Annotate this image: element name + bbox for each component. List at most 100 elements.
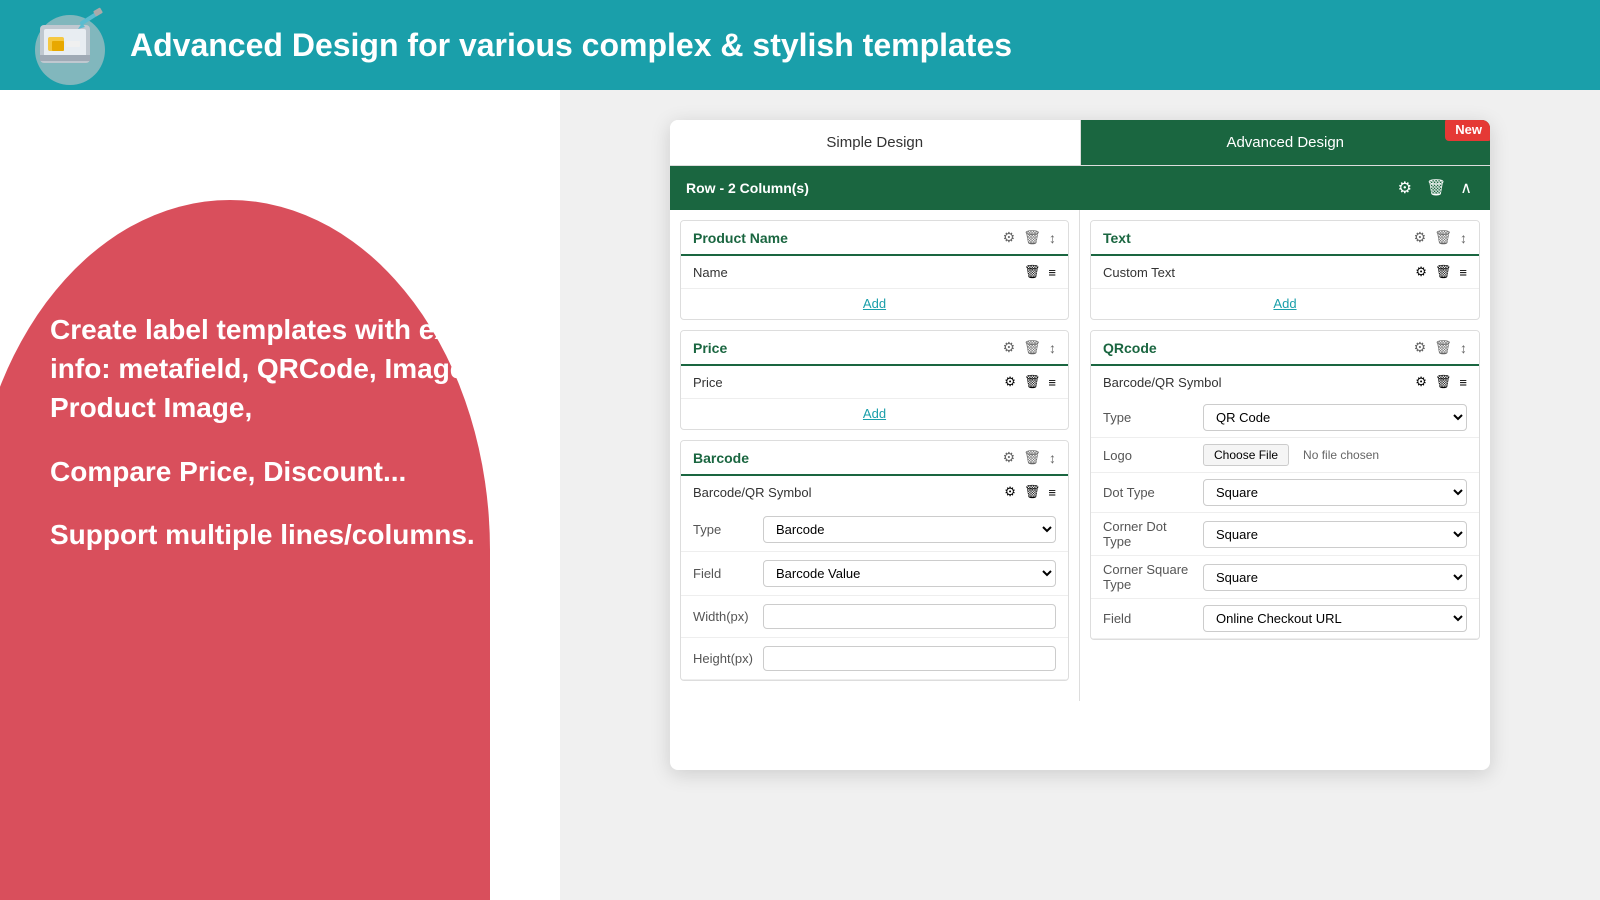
text-header-icons: ⚙ 🗑 ↕ [1414, 229, 1467, 246]
tab-advanced[interactable]: Advanced Design [1081, 120, 1491, 165]
product-name-add: Add [681, 288, 1068, 319]
qrcode-corner-dot-select[interactable]: Square [1203, 521, 1467, 548]
text-custom-icons: ⚙ 🗑 ≡ [1415, 264, 1467, 280]
text-card: Text ⚙ 🗑 ↕ Custom Text ⚙ 🗑 [1090, 220, 1480, 320]
two-column-layout: Product Name ⚙ 🗑 ↕ Name 🗑 ≡ [670, 210, 1490, 701]
price-arrows-btn[interactable]: ↕ [1049, 340, 1056, 356]
barcode-type-group: Type Barcode [681, 508, 1068, 552]
price-trash-btn[interactable]: 🗑 [1023, 339, 1041, 356]
row-header-icons: ⚙ 🗑 ∧ [1396, 176, 1474, 200]
text-gear-btn[interactable]: ⚙ [1414, 229, 1427, 246]
barcode-width-label: Width(px) [693, 609, 753, 624]
tab-simple[interactable]: Simple Design [670, 120, 1081, 165]
qrcode-header-icons: ⚙ 🗑 ↕ [1414, 339, 1467, 356]
qrcode-dot-type-select[interactable]: Square [1203, 479, 1467, 506]
tab-bar: Simple Design Advanced Design [670, 120, 1490, 166]
row-gear-button[interactable]: ⚙ [1396, 176, 1414, 200]
product-name-row: Name 🗑 ≡ [681, 256, 1068, 288]
app-window: New Simple Design Advanced Design Row - … [670, 120, 1490, 770]
qrcode-trash-btn[interactable]: 🗑 [1434, 339, 1452, 356]
left-paragraph-2: Compare Price, Discount... [50, 452, 520, 491]
right-panel: New Simple Design Advanced Design Row - … [560, 90, 1600, 900]
product-name-title: Product Name [693, 230, 788, 246]
price-row-icons: ⚙ 🗑 ≡ [1004, 374, 1056, 390]
qrcode-corner-square-group: Corner Square Type Square [1091, 556, 1479, 599]
product-name-row-trash-btn[interactable]: 🗑 [1024, 264, 1041, 280]
barcode-gear-btn[interactable]: ⚙ [1003, 449, 1016, 466]
left-panel: Create label templates with extra info: … [0, 90, 560, 900]
text-header: Text ⚙ 🗑 ↕ [1091, 221, 1479, 256]
qrcode-dot-type-group: Dot Type Square [1091, 473, 1479, 513]
price-row-lines-btn[interactable]: ≡ [1048, 374, 1056, 390]
price-row: Price ⚙ 🗑 ≡ [681, 366, 1068, 398]
qrcode-field-select[interactable]: Online Checkout URL [1203, 605, 1467, 632]
text-arrows-btn[interactable]: ↕ [1460, 230, 1467, 246]
barcode-header: Barcode ⚙ 🗑 ↕ [681, 441, 1068, 476]
barcode-card: Barcode ⚙ 🗑 ↕ Barcode/QR Symbol ⚙ [680, 440, 1069, 681]
qrcode-symbol-trash-btn[interactable]: 🗑 [1435, 374, 1452, 390]
barcode-symbol-trash-btn[interactable]: 🗑 [1024, 484, 1041, 500]
barcode-field-select[interactable]: Barcode Value [763, 560, 1056, 587]
product-name-card: Product Name ⚙ 🗑 ↕ Name 🗑 ≡ [680, 220, 1069, 320]
barcode-arrows-btn[interactable]: ↕ [1049, 450, 1056, 466]
text-custom-trash-btn[interactable]: 🗑 [1435, 264, 1452, 280]
product-name-arrows-btn[interactable]: ↕ [1049, 230, 1056, 246]
qrcode-choose-file-btn[interactable]: Choose File [1203, 444, 1289, 466]
qrcode-card: QRcode ⚙ 🗑 ↕ Barcode/QR Symbol ⚙ � [1090, 330, 1480, 640]
barcode-trash-btn[interactable]: 🗑 [1023, 449, 1041, 466]
banner-title: Advanced Design for various complex & st… [130, 27, 1012, 64]
qrcode-corner-square-select[interactable]: Square [1203, 564, 1467, 591]
price-row-trash-btn[interactable]: 🗑 [1024, 374, 1041, 390]
qrcode-no-file-text: No file chosen [1303, 448, 1379, 462]
qrcode-symbol-label: Barcode/QR Symbol [1103, 375, 1222, 390]
barcode-type-label: Type [693, 522, 753, 537]
product-name-trash-btn[interactable]: 🗑 [1023, 229, 1041, 246]
barcode-symbol-lines-btn[interactable]: ≡ [1048, 484, 1056, 500]
qrcode-symbol-gear-btn[interactable]: ⚙ [1415, 374, 1427, 390]
text-add: Add [1091, 288, 1479, 319]
main-content: Create label templates with extra info: … [0, 90, 1600, 900]
row-trash-button[interactable]: 🗑 [1424, 176, 1448, 200]
row-header-label: Row - 2 Column(s) [686, 180, 809, 196]
barcode-type-select[interactable]: Barcode [763, 516, 1056, 543]
qrcode-header: QRcode ⚙ 🗑 ↕ [1091, 331, 1479, 366]
barcode-symbol-icons: ⚙ 🗑 ≡ [1004, 484, 1056, 500]
product-name-add-link[interactable]: Add [863, 296, 886, 311]
qrcode-gear-btn[interactable]: ⚙ [1414, 339, 1427, 356]
barcode-width-input[interactable] [763, 604, 1056, 629]
price-header-icons: ⚙ 🗑 ↕ [1003, 339, 1056, 356]
left-paragraph-1: Create label templates with extra info: … [50, 310, 520, 428]
barcode-header-icons: ⚙ 🗑 ↕ [1003, 449, 1056, 466]
text-custom-lines-btn[interactable]: ≡ [1459, 264, 1467, 280]
qrcode-arrows-btn[interactable]: ↕ [1460, 340, 1467, 356]
price-add-link[interactable]: Add [863, 406, 886, 421]
barcode-height-label: Height(px) [693, 651, 753, 666]
barcode-height-input[interactable] [763, 646, 1056, 671]
barcode-width-group: Width(px) [681, 596, 1068, 638]
text-add-link[interactable]: Add [1273, 296, 1296, 311]
price-add: Add [681, 398, 1068, 429]
qrcode-symbol-row: Barcode/QR Symbol ⚙ 🗑 ≡ [1091, 366, 1479, 398]
price-row-label: Price [693, 375, 723, 390]
row-header: Row - 2 Column(s) ⚙ 🗑 ∧ [670, 166, 1490, 210]
col-right: Text ⚙ 🗑 ↕ Custom Text ⚙ 🗑 [1080, 210, 1490, 701]
qrcode-type-select[interactable]: QR Code [1203, 404, 1467, 431]
product-name-row-icons: 🗑 ≡ [1024, 264, 1056, 280]
barcode-symbol-gear-btn[interactable]: ⚙ [1004, 484, 1016, 500]
qrcode-corner-dot-group: Corner Dot Type Square [1091, 513, 1479, 556]
barcode-symbol-row: Barcode/QR Symbol ⚙ 🗑 ≡ [681, 476, 1068, 508]
qrcode-logo-label: Logo [1103, 448, 1193, 463]
price-gear-btn[interactable]: ⚙ [1003, 339, 1016, 356]
product-name-gear-btn[interactable]: ⚙ [1003, 229, 1016, 246]
qrcode-field-group: Field Online Checkout URL [1091, 599, 1479, 639]
qrcode-symbol-lines-btn[interactable]: ≡ [1459, 374, 1467, 390]
price-row-gear-btn[interactable]: ⚙ [1004, 374, 1016, 390]
row-collapse-button[interactable]: ∧ [1458, 176, 1474, 200]
qrcode-type-label: Type [1103, 410, 1193, 425]
product-name-row-label: Name [693, 265, 728, 280]
product-name-row-lines-btn[interactable]: ≡ [1048, 264, 1056, 280]
text-custom-row: Custom Text ⚙ 🗑 ≡ [1091, 256, 1479, 288]
price-title: Price [693, 340, 727, 356]
text-trash-btn[interactable]: 🗑 [1434, 229, 1452, 246]
text-custom-gear-btn[interactable]: ⚙ [1415, 264, 1427, 280]
